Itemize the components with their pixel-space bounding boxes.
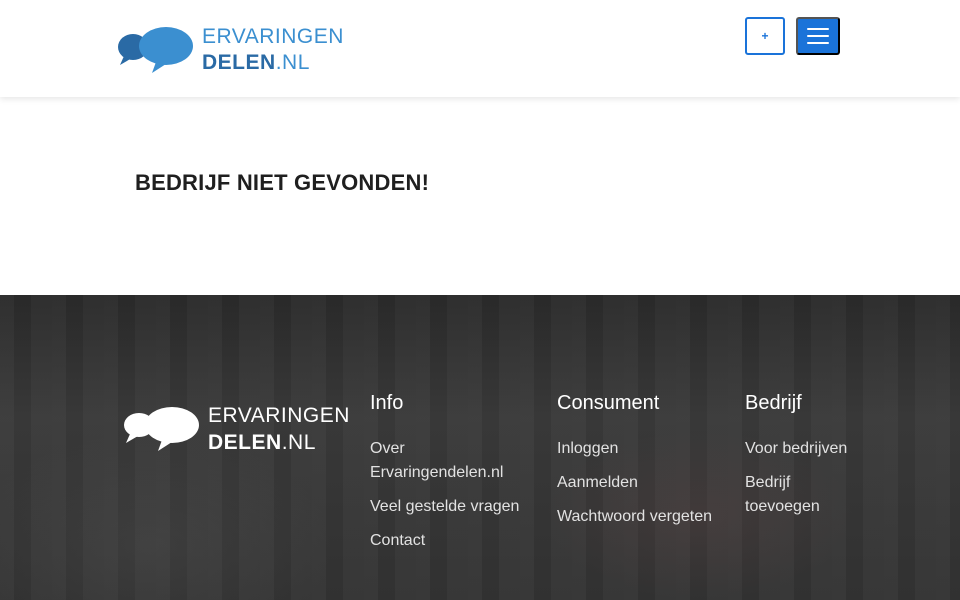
- site-header: ERVARINGEN DELEN.NL +: [0, 0, 960, 97]
- site-logo[interactable]: ERVARINGEN DELEN.NL: [118, 24, 344, 76]
- footer-link-inloggen[interactable]: Inloggen: [557, 437, 717, 461]
- footer-logo[interactable]: ERVARINGEN DELEN.NL: [124, 402, 350, 456]
- footer-logo-line-2-suffix: .NL: [281, 431, 316, 454]
- logo-line-2-suffix: .NL: [275, 51, 310, 74]
- speech-bubbles-icon: [124, 407, 199, 451]
- footer-link-voor-bedrijven[interactable]: Voor bedrijven: [745, 437, 865, 461]
- footer-link-faq[interactable]: Veel gestelde vragen: [370, 495, 530, 519]
- logo-wordmark: ERVARINGEN DELEN.NL: [202, 24, 344, 76]
- footer-column-consument: Consument Inloggen Aanmelden Wachtwoord …: [557, 392, 717, 539]
- hamburger-menu-icon: [807, 35, 829, 37]
- footer-heading-info: Info: [370, 392, 404, 414]
- add-button[interactable]: +: [745, 17, 785, 55]
- footer-logo-line-1: ERVARINGEN: [208, 404, 350, 427]
- footer-logo-line-2-bold: DELEN: [208, 431, 282, 454]
- logo-line-2: DELEN.NL: [202, 50, 344, 76]
- footer-link-aanmelden[interactable]: Aanmelden: [557, 471, 717, 495]
- speech-bubbles-icon: [118, 27, 193, 73]
- footer-link-contact[interactable]: Contact: [370, 529, 530, 553]
- logo-line-2-bold: DELEN: [202, 51, 276, 74]
- footer-link-over[interactable]: Over Ervaringendelen.nl: [370, 437, 530, 485]
- hamburger-menu-icon: [807, 42, 829, 44]
- footer-column-info: Info Over Ervaringendelen.nl Veel gestel…: [370, 392, 530, 563]
- footer-logo-line-2: DELEN.NL: [208, 429, 350, 456]
- page-title: BEDRIJF NIET GEVONDEN!: [135, 170, 430, 195]
- footer-column-bedrijf: Bedrijf Voor bedrijven Bedrijf toevoegen: [745, 392, 865, 529]
- footer-link-wachtwoord[interactable]: Wachtwoord vergeten: [557, 505, 717, 529]
- footer-link-bedrijf-toevoegen[interactable]: Bedrijf toevoegen: [745, 471, 865, 519]
- footer-heading-consument: Consument: [557, 392, 660, 414]
- hamburger-menu-icon: [807, 28, 829, 30]
- menu-toggle-button[interactable]: [796, 17, 840, 55]
- logo-line-1: ERVARINGEN: [202, 25, 344, 48]
- footer-heading-bedrijf: Bedrijf: [745, 392, 802, 414]
- footer-logo-wordmark: ERVARINGEN DELEN.NL: [208, 402, 350, 456]
